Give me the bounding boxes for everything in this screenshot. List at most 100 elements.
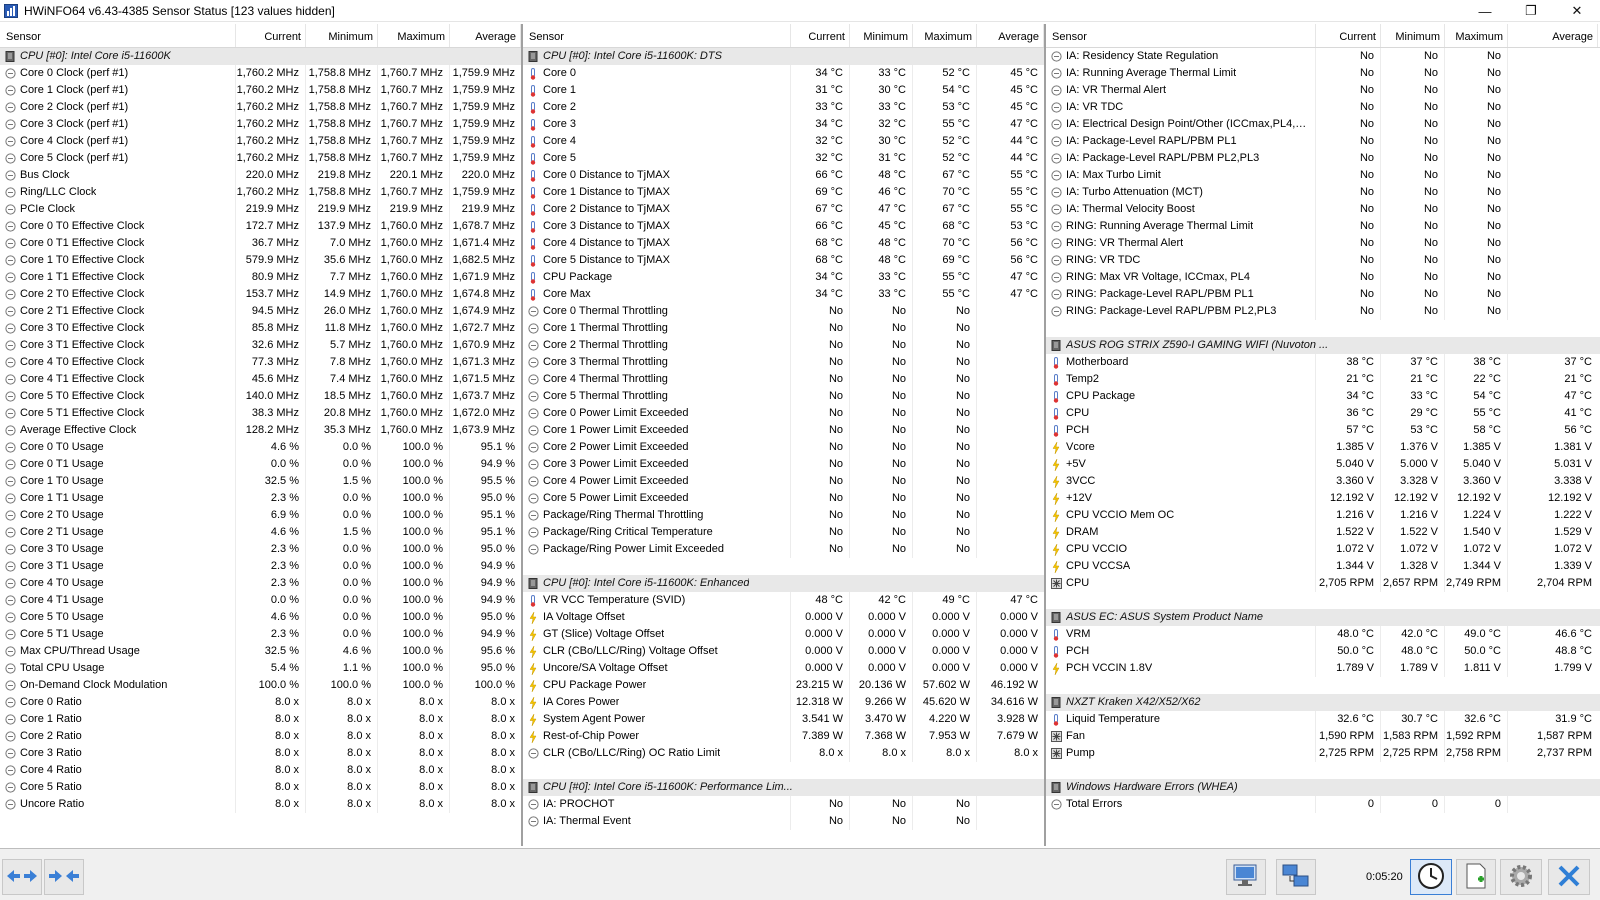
- sensor-row[interactable]: Core 2 33 °C 33 °C 53 °C 45 °C: [523, 99, 1044, 116]
- sensor-row[interactable]: Core 4 Ratio 8.0 x 8.0 x 8.0 x 8.0 x: [0, 762, 521, 779]
- sensor-row[interactable]: Core 5 T0 Usage 4.6 % 0.0 % 100.0 % 95.0 %: [0, 609, 521, 626]
- nav-collapse-button[interactable]: [44, 859, 84, 895]
- sensor-row[interactable]: Core 2 Power Limit Exceeded No No No: [523, 439, 1044, 456]
- sensors-switch-button[interactable]: [1276, 859, 1316, 895]
- sensor-row[interactable]: +5V 5.040 V 5.000 V 5.040 V 5.031 V: [1046, 456, 1600, 473]
- sensor-row[interactable]: PCH VCCIN 1.8V 1.789 V 1.789 V 1.811 V 1.799…: [1046, 660, 1600, 677]
- sensor-group-header[interactable]: Windows Hardware Errors (WHEA): [1046, 779, 1600, 796]
- sensor-row[interactable]: Core 3 Clock (perf #1) 1,760.2 MHz 1,758.8…: [0, 116, 521, 133]
- sensor-row[interactable]: Max CPU/Thread Usage 32.5 % 4.6 % 100.0 % 95…: [0, 643, 521, 660]
- close-window-button[interactable]: ✕: [1554, 0, 1600, 22]
- sensor-row[interactable]: Core 3 T1 Effective Clock 32.6 MHz 5.7 MHz…: [0, 337, 521, 354]
- sensor-row[interactable]: CPU 36 °C 29 °C 55 °C 41 °C: [1046, 405, 1600, 422]
- sensor-row[interactable]: Liquid Temperature 32.6 °C 30.7 °C 32.6 °C 3…: [1046, 711, 1600, 728]
- sensor-row[interactable]: 3VCC 3.360 V 3.328 V 3.360 V 3.338 V: [1046, 473, 1600, 490]
- sensor-row[interactable]: Package/Ring Power Limit Exceeded No No No: [523, 541, 1044, 558]
- sensor-row[interactable]: Core 5 Ratio 8.0 x 8.0 x 8.0 x 8.0 x: [0, 779, 521, 796]
- sensor-row[interactable]: Core 5 Thermal Throttling No No No: [523, 388, 1044, 405]
- sensor-row[interactable]: Core 5 T0 Effective Clock 140.0 MHz 18.5 M…: [0, 388, 521, 405]
- sensor-row[interactable]: CPU 2,705 RPM 2,657 RPM 2,749 RPM 2,704 RPM: [1046, 575, 1600, 592]
- sensor-row[interactable]: Core 5 Clock (perf #1) 1,760.2 MHz 1,758.8…: [0, 150, 521, 167]
- sensor-row[interactable]: Core 3 T1 Usage 2.3 % 0.0 % 100.0 % 94.9 %: [0, 558, 521, 575]
- sensor-row[interactable]: On-Demand Clock Modulation 100.0 % 100.0 %…: [0, 677, 521, 694]
- sensor-row[interactable]: Temp2 21 °C 21 °C 22 °C 21 °C: [1046, 371, 1600, 388]
- sensor-row[interactable]: PCH 50.0 °C 48.0 °C 50.0 °C 48.8 °C: [1046, 643, 1600, 660]
- sensor-row[interactable]: IA: Running Average Thermal Limit No No No: [1046, 65, 1600, 82]
- sensor-row[interactable]: Core 0 Clock (perf #1) 1,760.2 MHz 1,758.8…: [0, 65, 521, 82]
- sensor-row[interactable]: Core 0 Power Limit Exceeded No No No: [523, 405, 1044, 422]
- sensor-row[interactable]: Core 0 T0 Usage 4.6 % 0.0 % 100.0 % 95.1 %: [0, 439, 521, 456]
- sensor-row[interactable]: IA: Residency State Regulation No No No: [1046, 48, 1600, 65]
- sensor-row[interactable]: RING: Package-Level RAPL/PBM PL1 No No No: [1046, 286, 1600, 303]
- sensor-row[interactable]: Bus Clock 220.0 MHz 219.8 MHz 220.1 MHz 220.…: [0, 167, 521, 184]
- sensor-row[interactable]: Core 1 Thermal Throttling No No No: [523, 320, 1044, 337]
- sensor-row[interactable]: Core 4 Thermal Throttling No No No: [523, 371, 1044, 388]
- sensor-row[interactable]: Core 0 Distance to TjMAX 66 °C 48 °C 67 °C 5…: [523, 167, 1044, 184]
- sensor-row[interactable]: DRAM 1.522 V 1.522 V 1.540 V 1.529 V: [1046, 524, 1600, 541]
- sensor-row[interactable]: IA: Electrical Design Point/Other (ICCma…: [1046, 116, 1600, 133]
- sensor-row[interactable]: IA: PROCHOT No No No: [523, 796, 1044, 813]
- network-button[interactable]: [1226, 859, 1266, 895]
- sensor-row[interactable]: Average Effective Clock 128.2 MHz 35.3 MHz…: [0, 422, 521, 439]
- maximize-button[interactable]: ❐: [1508, 0, 1554, 22]
- sensor-row[interactable]: Core 4 Clock (perf #1) 1,760.2 MHz 1,758.8…: [0, 133, 521, 150]
- sensor-row[interactable]: Core 2 Clock (perf #1) 1,760.2 MHz 1,758.8…: [0, 99, 521, 116]
- sensor-panel-2[interactable]: Sensor Current Minimum Maximum Average CPU [#…: [523, 24, 1046, 846]
- sensor-row[interactable]: Core 0 Thermal Throttling No No No: [523, 303, 1044, 320]
- sensor-row[interactable]: Uncore/SA Voltage Offset 0.000 V 0.000 V 0.…: [523, 660, 1044, 677]
- sensor-row[interactable]: Core 1 Ratio 8.0 x 8.0 x 8.0 x 8.0 x: [0, 711, 521, 728]
- sensor-row[interactable]: Motherboard 38 °C 37 °C 38 °C 37 °C: [1046, 354, 1600, 371]
- sensor-row[interactable]: Core 4 T1 Effective Clock 45.6 MHz 7.4 MHz…: [0, 371, 521, 388]
- sensor-row[interactable]: Core 1 Clock (perf #1) 1,760.2 MHz 1,758.8…: [0, 82, 521, 99]
- sensor-row[interactable]: IA: Max Turbo Limit No No No: [1046, 167, 1600, 184]
- sensor-row[interactable]: Ring/LLC Clock 1,760.2 MHz 1,758.8 MHz 1,76…: [0, 184, 521, 201]
- sensor-row[interactable]: IA: Package-Level RAPL/PBM PL2,PL3 No No No: [1046, 150, 1600, 167]
- sensor-row[interactable]: GT (Slice) Voltage Offset 0.000 V 0.000 V0…: [523, 626, 1044, 643]
- column-header-current[interactable]: Current: [236, 24, 306, 47]
- sensor-row[interactable]: CPU Package 34 °C 33 °C 54 °C 47 °C: [1046, 388, 1600, 405]
- sensor-panel-3[interactable]: Sensor Current Minimum Maximum Average IA: Re…: [1046, 24, 1600, 846]
- sensor-row[interactable]: Uncore Ratio 8.0 x 8.0 x 8.0 x 8.0 x: [0, 796, 521, 813]
- sensor-row[interactable]: Core 4 T0 Usage 2.3 % 0.0 % 100.0 % 94.9 %: [0, 575, 521, 592]
- sensor-row[interactable]: CLR (CBo/LLC/Ring) Voltage Offset 0.000 V…: [523, 643, 1044, 660]
- sensor-row[interactable]: Core 5 T1 Usage 2.3 % 0.0 % 100.0 % 94.9 %: [0, 626, 521, 643]
- sensor-row[interactable]: Core 0 T0 Effective Clock 172.7 MHz 137.9 …: [0, 218, 521, 235]
- column-header-maximum[interactable]: Maximum: [1445, 24, 1508, 47]
- sensor-row[interactable]: Core 1 Power Limit Exceeded No No No: [523, 422, 1044, 439]
- sensor-row[interactable]: Core 1 T1 Effective Clock 80.9 MHz 7.7 MHz…: [0, 269, 521, 286]
- sensor-row[interactable]: RING: Running Average Thermal Limit No No N…: [1046, 218, 1600, 235]
- sensor-row[interactable]: RING: Package-Level RAPL/PBM PL2,PL3 No No…: [1046, 303, 1600, 320]
- column-header-sensor[interactable]: Sensor: [0, 24, 236, 47]
- sensor-row[interactable]: Core 2 Distance to TjMAX 67 °C 47 °C 67 °C 5…: [523, 201, 1044, 218]
- sensor-row[interactable]: CLR (CBo/LLC/Ring) OC Ratio Limit 8.0 x 8.…: [523, 745, 1044, 762]
- settings-button[interactable]: [1500, 859, 1542, 895]
- sensor-row[interactable]: IA Voltage Offset 0.000 V 0.000 V 0.000 V 0.…: [523, 609, 1044, 626]
- sensor-group-header[interactable]: CPU [#0]: Intel Core i5-11600K: [0, 48, 521, 65]
- sensor-row[interactable]: Core 3 T0 Effective Clock 85.8 MHz 11.8 MH…: [0, 320, 521, 337]
- sensor-row[interactable]: Core 3 T0 Usage 2.3 % 0.0 % 100.0 % 95.0 %: [0, 541, 521, 558]
- column-header-minimum[interactable]: Minimum: [1381, 24, 1445, 47]
- sensor-row[interactable]: Core 4 Distance to TjMAX 68 °C 48 °C 70 °C 5…: [523, 235, 1044, 252]
- column-header-average[interactable]: Average: [1508, 24, 1598, 47]
- sensor-row[interactable]: RING: VR TDC No No No: [1046, 252, 1600, 269]
- sensor-row[interactable]: Package/Ring Thermal Throttling No No No: [523, 507, 1044, 524]
- sensor-row[interactable]: Core 3 Power Limit Exceeded No No No: [523, 456, 1044, 473]
- sensor-row[interactable]: Core 1 31 °C 30 °C 54 °C 45 °C: [523, 82, 1044, 99]
- sensor-row[interactable]: Core 0 Ratio 8.0 x 8.0 x 8.0 x 8.0 x: [0, 694, 521, 711]
- sensor-row[interactable]: IA: Thermal Velocity Boost No No No: [1046, 201, 1600, 218]
- sensor-row[interactable]: Core 3 34 °C 32 °C 55 °C 47 °C: [523, 116, 1044, 133]
- close-sensors-button[interactable]: [1548, 859, 1590, 895]
- sensor-row[interactable]: Core 5 Distance to TjMAX 68 °C 48 °C 69 °C 5…: [523, 252, 1044, 269]
- sensor-row[interactable]: CPU Package 34 °C 33 °C 55 °C 47 °C: [523, 269, 1044, 286]
- sensor-row[interactable]: RING: Max VR Voltage, ICCmax, PL4 No No No: [1046, 269, 1600, 286]
- column-header-maximum[interactable]: Maximum: [913, 24, 977, 47]
- sensor-row[interactable]: System Agent Power 3.541 W 3.470 W 4.220 W 3…: [523, 711, 1044, 728]
- sensor-group-header[interactable]: NXZT Kraken X42/X52/X62: [1046, 694, 1600, 711]
- nav-left-right-button[interactable]: [2, 859, 42, 895]
- sensor-row[interactable]: Package/Ring Critical Temperature No No No: [523, 524, 1044, 541]
- sensor-row[interactable]: CPU VCCIO Mem OC 1.216 V 1.216 V 1.224 V 1.2…: [1046, 507, 1600, 524]
- sensor-row[interactable]: Core 2 T0 Effective Clock 153.7 MHz 14.9 M…: [0, 286, 521, 303]
- column-header-sensor[interactable]: Sensor: [523, 24, 791, 47]
- sensor-group-header[interactable]: CPU [#0]: Intel Core i5-11600K: DTS: [523, 48, 1044, 65]
- sensor-row[interactable]: Core Max 34 °C 33 °C 55 °C 47 °C: [523, 286, 1044, 303]
